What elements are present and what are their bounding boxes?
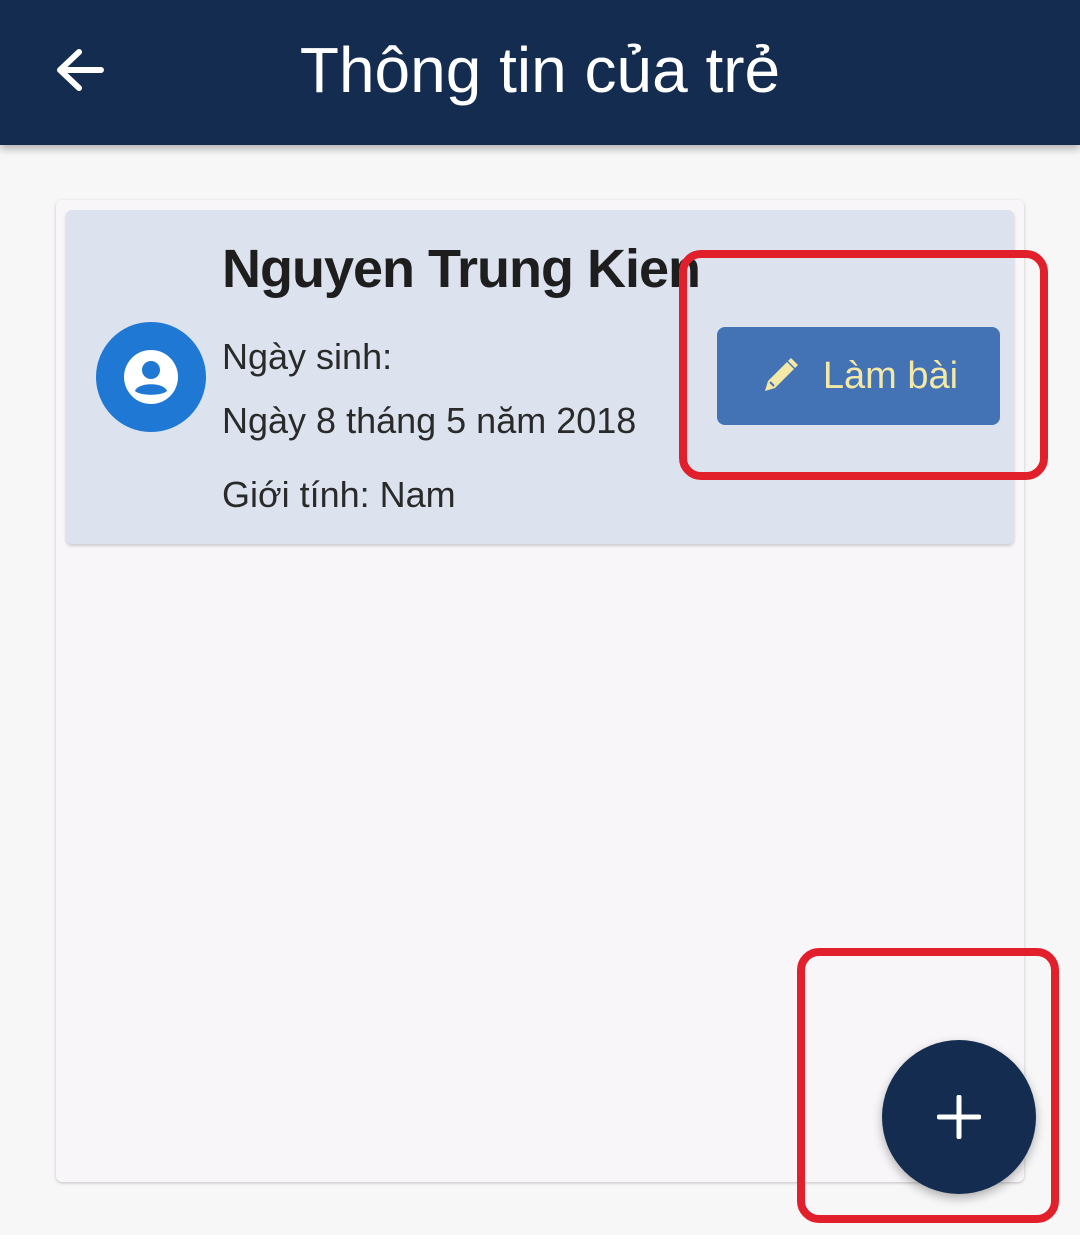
dob-value: Ngày 8 tháng 5 năm 2018 — [222, 400, 637, 441]
app-bar: Thông tin của trẻ — [0, 0, 1080, 145]
gender-text: Giới tính: Nam — [222, 474, 456, 515]
add-child-button[interactable] — [882, 1040, 1036, 1194]
dob-label: Ngày sinh: — [222, 336, 393, 377]
plus-icon — [937, 1095, 981, 1139]
do-test-label: Làm bài — [822, 354, 959, 397]
do-test-button[interactable]: Làm bài — [717, 327, 1000, 425]
children-list-panel: Nguyen Trung Kien Ngày sinh: Ngày 8 thán… — [56, 200, 1024, 1182]
child-name: Nguyen Trung Kien — [222, 239, 701, 299]
pencil-icon — [764, 358, 798, 391]
child-card: Nguyen Trung Kien Ngày sinh: Ngày 8 thán… — [66, 210, 1014, 544]
page-title: Thông tin của trẻ — [299, 34, 781, 106]
account-circle-icon — [96, 322, 206, 432]
